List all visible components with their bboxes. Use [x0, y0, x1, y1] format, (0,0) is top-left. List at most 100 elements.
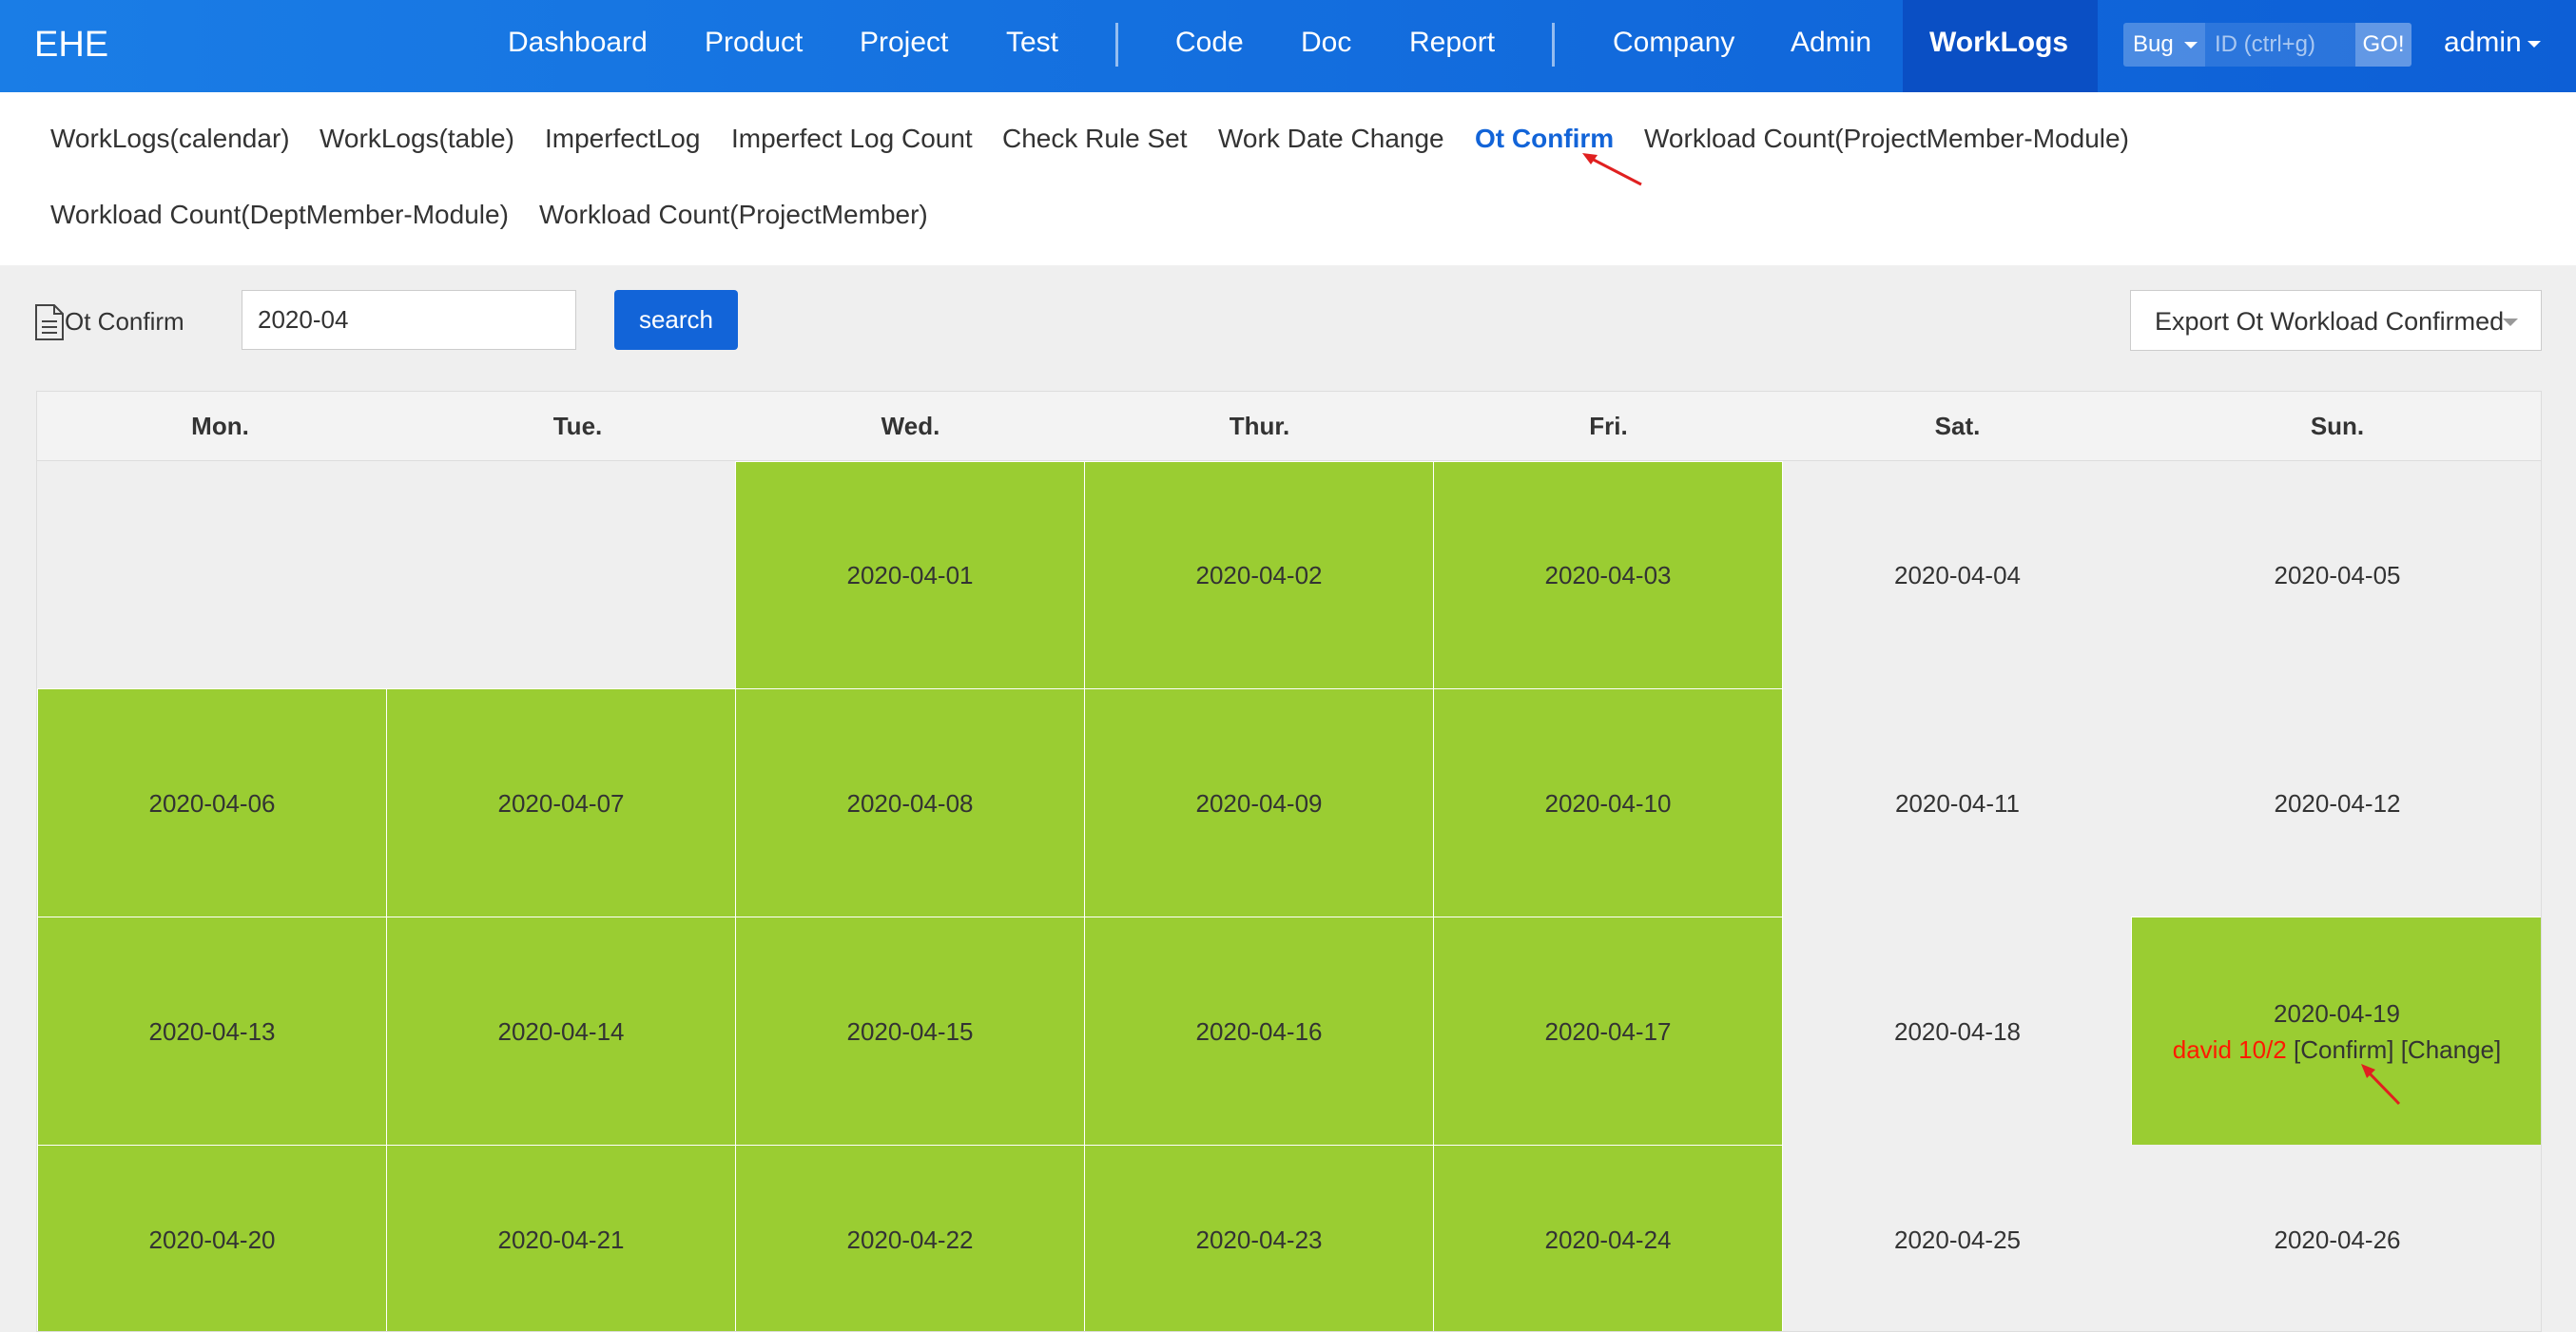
calendar-cell[interactable]: 2020-04-20 — [37, 1145, 387, 1331]
top-navbar: EHE Dashboard Product Project Test Code … — [0, 0, 2576, 92]
cell-date: 2020-04-15 — [846, 1016, 974, 1046]
calendar-cell[interactable]: 2020-04-01 — [735, 461, 1085, 689]
cell-date: 2020-04-01 — [846, 561, 974, 589]
calendar-cell[interactable]: 2020-04-21 — [386, 1145, 736, 1331]
calendar-cell[interactable]: 2020-04-07 — [386, 688, 736, 917]
subnav-workload-count-deptmember-module[interactable]: Workload Count(DeptMember-Module) — [50, 200, 509, 230]
calendar-cell[interactable]: 2020-04-12 — [2132, 688, 2541, 917]
calendar-cell-empty — [37, 461, 736, 689]
subnav-worklogs-calendar[interactable]: WorkLogs(calendar) — [50, 124, 290, 154]
weekday-mon: Mon. — [191, 412, 249, 440]
calendar-cell[interactable]: 2020-04-16 — [1084, 917, 1434, 1146]
cell-date: 2020-04-03 — [1544, 561, 1672, 589]
search-type-select[interactable]: Bug — [2123, 23, 2205, 67]
weekday-fri: Fri. — [1589, 412, 1628, 440]
document-icon — [35, 304, 64, 340]
cell-date: 2020-04-17 — [1544, 1016, 1672, 1046]
calendar-cell[interactable]: 2020-04-23 — [1084, 1145, 1434, 1331]
export-dropdown-button[interactable]: Export Ot Workload Confirmed — [2130, 290, 2542, 351]
change-link[interactable]: [Change] — [2401, 1035, 2502, 1064]
user-menu[interactable]: admin — [2444, 27, 2541, 59]
subnav-work-date-change[interactable]: Work Date Change — [1218, 124, 1444, 154]
calendar-cell[interactable]: 2020-04-04 — [1783, 461, 2132, 689]
calendar-header: Mon. Tue. Wed. Thur. Fri. Sat. Sun. — [37, 392, 2541, 461]
annotation-arrow-icon — [1582, 153, 1642, 186]
caret-down-icon — [2184, 42, 2198, 48]
cell-date: 2020-04-07 — [497, 788, 625, 818]
calendar-cell[interactable]: 2020-04-11 — [1783, 688, 2132, 917]
cell-date: 2020-04-21 — [497, 1225, 625, 1254]
calendar-cell[interactable]: 2020-04-08 — [735, 688, 1085, 917]
subnav-imperfect-log-count[interactable]: Imperfect Log Count — [731, 124, 973, 154]
weekday-sat: Sat. — [1934, 412, 1981, 440]
weekday-sun: Sun. — [2310, 412, 2365, 440]
subnav-check-rule-set[interactable]: Check Rule Set — [1002, 124, 1188, 154]
calendar-cell-ot[interactable]: 2020-04-19 david 10/2 [Confirm] [Change] — [2131, 917, 2541, 1146]
cell-date: 2020-04-22 — [846, 1225, 974, 1254]
ot-calendar: Mon. Tue. Wed. Thur. Fri. Sat. Sun. 2020… — [36, 391, 2542, 1332]
confirm-link[interactable]: [Confirm] — [2294, 1035, 2393, 1064]
nav-dashboard[interactable]: Dashboard — [508, 27, 648, 59]
weekday-thur: Thur. — [1229, 412, 1290, 440]
cell-date: 2020-04-26 — [2274, 1225, 2401, 1254]
weekday-wed: Wed. — [881, 412, 940, 440]
subnav-workload-count-projectmember[interactable]: Workload Count(ProjectMember) — [539, 200, 928, 230]
cell-date: 2020-04-08 — [846, 788, 974, 818]
search-type-label: Bug — [2133, 31, 2174, 57]
go-button[interactable]: GO! — [2355, 23, 2411, 67]
nav-test[interactable]: Test — [1006, 27, 1058, 59]
subnav-workload-count-projectmember-module[interactable]: Workload Count(ProjectMember-Module) — [1644, 124, 2129, 154]
search-button[interactable]: search — [614, 290, 738, 350]
cell-date: 2020-04-18 — [1894, 1016, 2021, 1046]
subnav-worklogs-table[interactable]: WorkLogs(table) — [320, 124, 514, 154]
cell-date: 2020-04-20 — [148, 1225, 276, 1254]
cell-date: 2020-04-19 — [2274, 998, 2400, 1028]
cell-date: 2020-04-11 — [1894, 788, 2021, 818]
calendar-cell[interactable]: 2020-04-10 — [1433, 688, 1783, 917]
subnav-imperfectlog[interactable]: ImperfectLog — [545, 124, 700, 154]
month-input[interactable] — [242, 290, 576, 350]
nav-report[interactable]: Report — [1409, 27, 1495, 59]
ot-entry: david 10/2 [Confirm] [Change] — [2173, 1032, 2501, 1068]
cell-date: 2020-04-06 — [148, 788, 276, 818]
nav-product[interactable]: Product — [705, 27, 803, 59]
nav-divider — [1115, 23, 1118, 67]
calendar-cell[interactable]: 2020-04-05 — [2132, 461, 2541, 689]
cell-date: 2020-04-02 — [1195, 561, 1323, 589]
cell-date: 2020-04-12 — [2274, 788, 2401, 818]
calendar-cell[interactable]: 2020-04-13 — [37, 917, 387, 1146]
calendar-cell[interactable]: 2020-04-22 — [735, 1145, 1085, 1331]
nav-company[interactable]: Company — [1613, 27, 1734, 59]
calendar-cell[interactable]: 2020-04-03 — [1433, 461, 1783, 689]
calendar-cell[interactable]: 2020-04-17 — [1433, 917, 1783, 1146]
page-title-text: Ot Confirm — [65, 307, 184, 336]
caret-down-icon — [2503, 319, 2518, 326]
cell-date: 2020-04-13 — [148, 1016, 276, 1046]
calendar-cell[interactable]: 2020-04-24 — [1433, 1145, 1783, 1331]
cell-date: 2020-04-23 — [1195, 1225, 1323, 1254]
calendar-cell[interactable]: 2020-04-02 — [1084, 461, 1434, 689]
brand-logo[interactable]: EHE — [34, 25, 108, 66]
object-search: Bug GO! — [2123, 23, 2411, 67]
nav-admin[interactable]: Admin — [1791, 27, 1871, 59]
cell-date: 2020-04-25 — [1894, 1225, 2021, 1254]
nav-project[interactable]: Project — [860, 27, 948, 59]
calendar-cell[interactable]: 2020-04-25 — [1783, 1145, 2132, 1331]
calendar-cell[interactable]: 2020-04-26 — [2132, 1145, 2541, 1331]
calendar-cell[interactable]: 2020-04-18 — [1783, 917, 2132, 1146]
nav-worklogs[interactable]: WorkLogs — [1903, 0, 2098, 92]
nav-doc[interactable]: Doc — [1301, 27, 1351, 59]
calendar-cell[interactable]: 2020-04-09 — [1084, 688, 1434, 917]
export-label: Export Ot Workload Confirmed — [2155, 307, 2505, 336]
user-name: admin — [2444, 27, 2522, 58]
cell-date: 2020-04-24 — [1544, 1225, 1672, 1254]
calendar-cell[interactable]: 2020-04-15 — [735, 917, 1085, 1146]
cell-date: 2020-04-09 — [1195, 788, 1323, 818]
search-id-input[interactable] — [2205, 23, 2355, 67]
nav-code[interactable]: Code — [1175, 27, 1244, 59]
calendar-cell[interactable]: 2020-04-06 — [37, 688, 387, 917]
nav-worklogs-label: WorkLogs — [1929, 27, 2069, 58]
caret-down-icon — [2527, 40, 2541, 48]
calendar-cell[interactable]: 2020-04-14 — [386, 917, 736, 1146]
sub-navbar: WorkLogs(calendar) WorkLogs(table) Imper… — [0, 92, 2576, 265]
